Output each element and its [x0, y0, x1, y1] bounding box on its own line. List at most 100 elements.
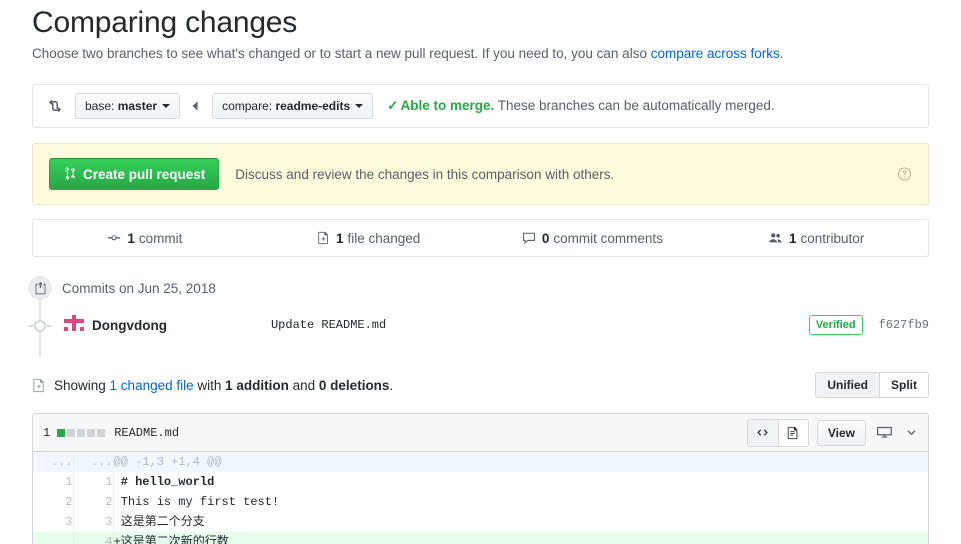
- page-title: Comparing changes: [32, 6, 298, 39]
- diff-view-toggle: Unified Split: [815, 372, 929, 398]
- additions-count: 1 addition: [225, 377, 289, 393]
- avatar[interactable]: [64, 315, 84, 335]
- branch-selection-bar: base: master compare: readme-edits ✓ Able…: [32, 84, 929, 128]
- showing-conjunction: and: [288, 377, 319, 393]
- check-icon: ✓: [387, 98, 399, 113]
- diff-table: ... ... @@ -1,3 +1,4 @@ 1 1 # hello_worl…: [33, 452, 928, 544]
- diff-line-old[interactable]: 3: [33, 512, 74, 532]
- diff-line-new[interactable]: 4: [73, 532, 114, 544]
- changed-file-link[interactable]: 1 changed file: [110, 378, 194, 393]
- arrow-left-icon: [190, 100, 202, 112]
- compare-icon: [45, 96, 65, 116]
- device-desktop-icon[interactable]: [876, 425, 893, 440]
- file-diff-icon: [317, 231, 330, 245]
- commit-sha[interactable]: f627fb9: [879, 318, 929, 332]
- stat-commits[interactable]: 1 commit: [33, 231, 257, 246]
- showing-suffix: .: [389, 377, 394, 393]
- diff-line-old[interactable]: 1: [33, 472, 74, 492]
- merge-status: ✓ Able to merge. These branches can be au…: [387, 98, 775, 114]
- diff-line-new[interactable]: ...: [73, 452, 114, 472]
- file-diff-icon: [32, 378, 46, 393]
- page-subtitle: Choose two branches to see what's change…: [32, 44, 929, 64]
- unified-view-button[interactable]: Unified: [816, 373, 879, 397]
- commits-list: Commits on Jun 25, 2018 Dongvdong Update…: [28, 276, 929, 357]
- split-view-button[interactable]: Split: [879, 373, 928, 397]
- commit-author[interactable]: Dongvdong: [92, 318, 167, 333]
- diff-line-code: # hello_world: [113, 475, 215, 489]
- chevron-down-icon[interactable]: [905, 426, 918, 439]
- compare-changes-page: Comparing changes Choose two branches to…: [0, 2, 961, 544]
- compare-branch-prefix: compare:: [222, 99, 273, 113]
- chevron-down-icon: [162, 104, 171, 108]
- diff-row-context: 2 2 This is my first test!: [33, 492, 928, 512]
- deletions-count: 0 deletions: [318, 377, 390, 393]
- diff-row-context: 3 3 这是第二个分支: [33, 512, 928, 532]
- diff-row-addition: 4 +这是第二次新的行数: [33, 532, 928, 544]
- commit-group-header: Commits on Jun 25, 2018: [28, 276, 929, 300]
- stat-contributors-label: contributor: [800, 230, 865, 246]
- diff-line-new[interactable]: 1: [73, 472, 114, 492]
- question-circle-icon[interactable]: [897, 167, 912, 182]
- repo-push-icon: [28, 276, 52, 300]
- diff-line-old[interactable]: [33, 532, 74, 544]
- diff-row-context: 1 1 # hello_world: [33, 472, 928, 492]
- stat-contributors[interactable]: 1 contributor: [704, 231, 928, 246]
- merge-status-detail: These branches can be automatically merg…: [494, 98, 775, 113]
- diff-line-code: This is my first test!: [113, 495, 280, 509]
- file-diff-header: 1 README.md View: [33, 414, 928, 452]
- base-branch-prefix: base:: [85, 99, 115, 113]
- create-pull-request-banner: Create pull request Discuss and review t…: [32, 143, 929, 205]
- diff-row-hunk: ... ... @@ -1,3 +1,4 @@: [33, 452, 928, 472]
- commit-group-date: Commits on Jun 25, 2018: [62, 280, 216, 296]
- code-icon[interactable]: [747, 419, 778, 446]
- commit-row: Dongvdong Update README.md Verified f627…: [29, 299, 929, 357]
- diff-line-new[interactable]: 3: [73, 512, 114, 532]
- compare-branch-name: readme-edits: [275, 99, 351, 113]
- file-diff-container: 1 README.md View ... ... @@ -1,3 +1,4 @@…: [32, 413, 929, 544]
- diff-line-old[interactable]: 2: [33, 492, 74, 512]
- diff-line-code: @@ -1,3 +1,4 @@: [113, 452, 928, 472]
- verified-badge[interactable]: Verified: [808, 315, 863, 335]
- base-branch-dropdown[interactable]: base: master: [75, 93, 181, 119]
- diff-line-code: 这是第二个分支: [113, 515, 205, 529]
- file-icon[interactable]: [777, 419, 808, 446]
- showing-prefix: Showing: [54, 377, 110, 393]
- view-button[interactable]: View: [816, 419, 866, 446]
- comment-icon: [522, 231, 536, 245]
- file-view-mode-toggle: [746, 418, 809, 447]
- people-icon: [768, 231, 783, 245]
- compare-branch-dropdown[interactable]: compare: readme-edits: [212, 93, 374, 119]
- stat-files-changed[interactable]: 1 file changed: [257, 231, 481, 246]
- diff-line-new[interactable]: 2: [73, 492, 114, 512]
- showing-middle: with: [193, 377, 226, 393]
- stat-files-changed-value: 1: [335, 230, 344, 246]
- file-diff-actions: View: [746, 418, 918, 447]
- subtitle-text-suffix: .: [779, 46, 784, 61]
- chevron-down-icon: [355, 104, 364, 108]
- base-branch-name: master: [117, 99, 158, 113]
- commit-meta: Verified f627fb9: [808, 315, 929, 335]
- timeline-dot-icon: [29, 320, 51, 332]
- git-pull-request-icon: [63, 167, 77, 181]
- stat-files-changed-label: file changed: [347, 230, 421, 246]
- create-pull-request-label: Create pull request: [83, 166, 206, 182]
- subtitle-text-prefix: Choose two branches to see what's change…: [32, 46, 651, 61]
- comparison-stats-bar: 1 commit 1 file changed 0 commit comment…: [32, 219, 929, 257]
- stat-commit-comments[interactable]: 0 commit comments: [481, 231, 705, 246]
- stat-commits-value: 1: [127, 230, 135, 246]
- commit-message[interactable]: Update README.md: [271, 318, 386, 332]
- diff-summary-text: Showing 1 changed file with 1 addition a…: [54, 378, 393, 393]
- stat-commits-label: commit: [138, 230, 183, 246]
- stat-contributors-value: 1: [788, 230, 797, 246]
- pr-banner-description: Discuss and review the changes in this c…: [235, 166, 615, 182]
- file-name[interactable]: README.md: [114, 426, 179, 440]
- compare-across-forks-link[interactable]: compare across forks: [651, 46, 780, 61]
- stat-commit-comments-value: 0: [541, 230, 550, 246]
- file-change-count: 1: [43, 425, 51, 440]
- diff-line-code: +这是第二次新的行数: [113, 532, 928, 544]
- diff-summary-row: Showing 1 changed file with 1 addition a…: [32, 371, 929, 399]
- create-pull-request-button[interactable]: Create pull request: [49, 158, 220, 190]
- stat-commit-comments-label: commit comments: [553, 230, 663, 246]
- diff-line-old[interactable]: ...: [33, 452, 74, 472]
- diff-stat-blocks: [57, 428, 106, 437]
